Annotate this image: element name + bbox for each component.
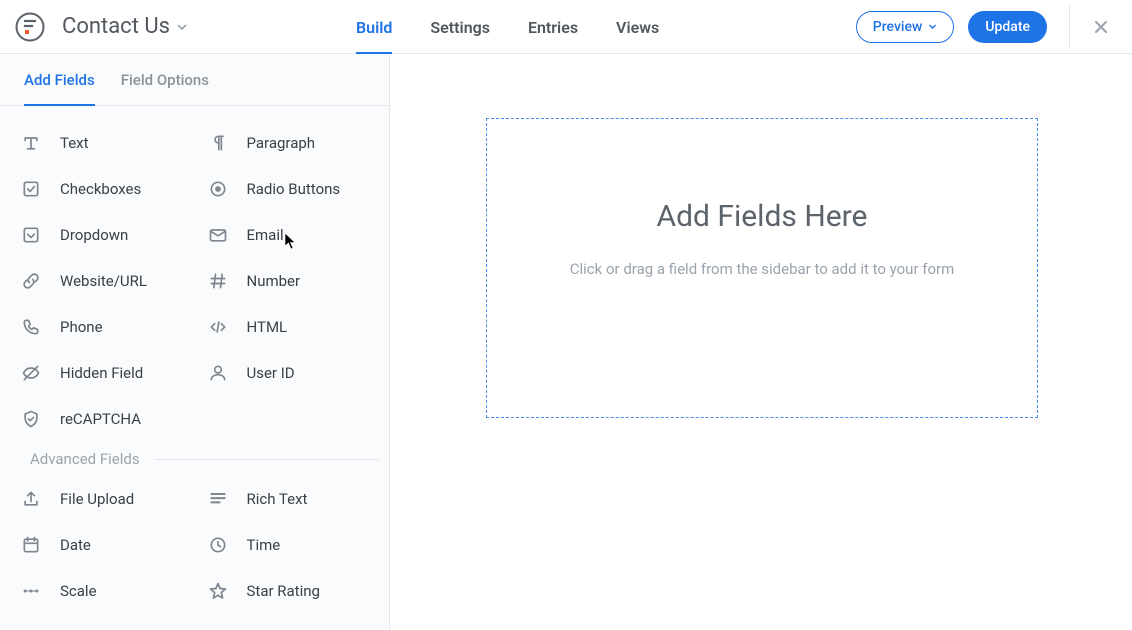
field-item-date[interactable]: Date [10, 522, 193, 568]
recaptcha-icon [20, 408, 42, 430]
caret-down-icon [176, 21, 188, 33]
field-item-label: File Upload [60, 490, 134, 508]
field-item-star-rating[interactable]: Star Rating [197, 568, 380, 614]
sidebar: Add Fields Field Options Text Paragraph Ch… [0, 54, 390, 630]
form-title: Contact Us [62, 14, 170, 39]
advanced-fields-heading-label: Advanced Fields [30, 450, 140, 468]
scale-icon [20, 580, 42, 602]
field-item-label: Checkboxes [60, 180, 141, 198]
canvas: Add Fields Here Click or drag a field fr… [390, 54, 1132, 630]
field-item-label: Text [60, 134, 89, 152]
preview-button-label: Preview [873, 19, 923, 35]
sidebar-tabs: Add Fields Field Options [0, 54, 389, 106]
drop-zone[interactable]: Add Fields Here Click or drag a field fr… [486, 118, 1038, 418]
update-button[interactable]: Update [968, 11, 1047, 43]
url-icon [20, 270, 42, 292]
drop-zone-title: Add Fields Here [657, 199, 868, 234]
field-item-label: Paragraph [247, 134, 316, 152]
field-item-label: Rich Text [247, 490, 308, 508]
field-item-label: Time [247, 536, 281, 554]
field-item-website-url[interactable]: Website/URL [10, 258, 193, 304]
sidebar-tab-field-options[interactable]: Field Options [121, 54, 209, 106]
main-tabs: Build Settings Entries Views [356, 0, 659, 54]
field-item-label: Date [60, 536, 91, 554]
paragraph-icon [207, 132, 229, 154]
app-header: Contact Us Build Settings Entries Views … [0, 0, 1132, 54]
field-item-label: Star Rating [247, 582, 320, 600]
field-item-label: Scale [60, 582, 97, 600]
hidden-icon [20, 362, 42, 384]
update-button-label: Update [985, 19, 1030, 35]
text-icon [20, 132, 42, 154]
field-item-user-id[interactable]: User ID [197, 350, 380, 396]
richtext-icon [207, 488, 229, 510]
field-item-radio-buttons[interactable]: Radio Buttons [197, 166, 380, 212]
field-item-scale[interactable]: Scale [10, 568, 193, 614]
field-item-html[interactable]: HTML [197, 304, 380, 350]
app-logo [14, 11, 46, 43]
tab-build[interactable]: Build [356, 0, 392, 54]
basic-fields: Text Paragraph Checkboxes Radio Buttons Drop… [10, 120, 379, 442]
caret-down-icon [928, 22, 937, 31]
field-item-checkboxes[interactable]: Checkboxes [10, 166, 193, 212]
upload-icon [20, 488, 42, 510]
divider [1069, 5, 1070, 49]
phone-icon [20, 316, 42, 338]
sidebar-body: Text Paragraph Checkboxes Radio Buttons Drop… [0, 106, 389, 630]
close-icon [1092, 18, 1110, 36]
sidebar-tab-add-fields[interactable]: Add Fields [24, 54, 95, 106]
field-item-rich-text[interactable]: Rich Text [197, 476, 380, 522]
email-icon [207, 224, 229, 246]
preview-button[interactable]: Preview [856, 11, 955, 43]
field-item-file-upload[interactable]: File Upload [10, 476, 193, 522]
time-icon [207, 534, 229, 556]
field-item-text[interactable]: Text [10, 120, 193, 166]
field-item-label: Website/URL [60, 272, 147, 290]
field-item-time[interactable]: Time [197, 522, 380, 568]
dropdown-icon [20, 224, 42, 246]
field-item-label: Radio Buttons [247, 180, 341, 198]
field-item-email[interactable]: Email [197, 212, 380, 258]
number-icon [207, 270, 229, 292]
tab-entries[interactable]: Entries [528, 0, 578, 54]
tab-settings[interactable]: Settings [430, 0, 490, 54]
divider [154, 459, 379, 460]
field-item-label: Number [247, 272, 301, 290]
field-item-phone[interactable]: Phone [10, 304, 193, 350]
close-button[interactable] [1088, 14, 1114, 40]
field-item-label: Phone [60, 318, 103, 336]
checkbox-icon [20, 178, 42, 200]
star-icon [207, 580, 229, 602]
field-item-label: reCAPTCHA [60, 410, 141, 428]
field-item-label: HTML [247, 318, 288, 336]
header-actions: Preview Update [856, 5, 1114, 49]
radio-icon [207, 178, 229, 200]
field-item-label: Email [247, 226, 284, 244]
field-item-dropdown[interactable]: Dropdown [10, 212, 193, 258]
html-icon [207, 316, 229, 338]
drop-zone-subtitle: Click or drag a field from the sidebar t… [570, 260, 955, 278]
advanced-fields: File Upload Rich Text Date Time Scale Star Ra… [10, 476, 379, 614]
field-item-label: Dropdown [60, 226, 128, 244]
body: Add Fields Field Options Text Paragraph Ch… [0, 54, 1132, 630]
field-item-number[interactable]: Number [197, 258, 380, 304]
field-item-label: Hidden Field [60, 364, 143, 382]
advanced-fields-heading: Advanced Fields [10, 450, 379, 468]
field-item-label: User ID [247, 364, 295, 382]
field-item-paragraph[interactable]: Paragraph [197, 120, 380, 166]
form-title-dropdown[interactable]: Contact Us [62, 14, 188, 39]
tab-views[interactable]: Views [616, 0, 659, 54]
field-item-hidden-field[interactable]: Hidden Field [10, 350, 193, 396]
user-icon [207, 362, 229, 384]
date-icon [20, 534, 42, 556]
field-item-recaptcha[interactable]: reCAPTCHA [10, 396, 193, 442]
